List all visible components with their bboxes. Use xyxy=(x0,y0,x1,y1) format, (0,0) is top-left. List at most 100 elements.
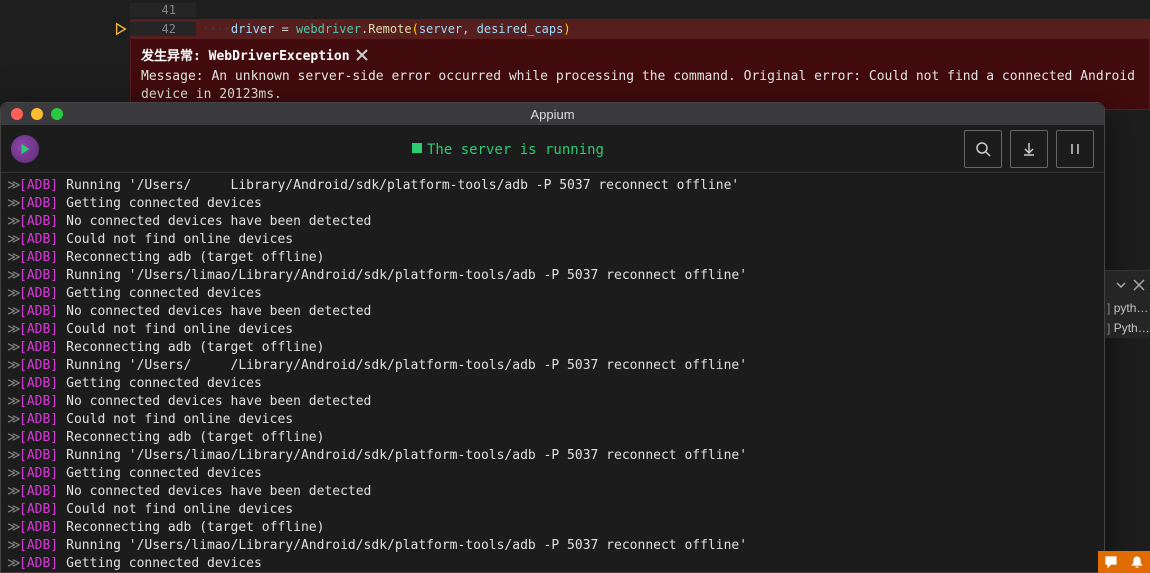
log-line: ≫[ADB] Running '/Users/ Library/Android/s… xyxy=(7,177,1098,195)
log-message: No connected devices have been detected xyxy=(66,393,371,411)
log-message: Reconnecting adb (target offline) xyxy=(66,429,324,447)
log-line: ≫[ADB] Getting connected devices xyxy=(7,285,1098,303)
titlebar[interactable]: Appium xyxy=(1,103,1104,125)
log-line: ≫[ADB] No connected devices have been det… xyxy=(7,393,1098,411)
log-source: [ADB] xyxy=(19,519,58,537)
log-prompt-icon: ≫ xyxy=(7,429,17,447)
log-line: ≫[ADB]Reconnecting adb (target offline) xyxy=(7,249,1098,267)
gutter-action xyxy=(0,0,130,19)
log-message: No connected devices have been detected xyxy=(66,483,371,501)
log-message: Reconnecting adb (target offline) xyxy=(66,249,324,267)
log-line: ≫[ADB] Running '/Users/limao/Library/Andr… xyxy=(7,537,1098,555)
exception-title: 发生异常: WebDriverException xyxy=(141,45,350,64)
exception-panel: 发生异常: WebDriverException Message: An unk… xyxy=(130,38,1150,110)
log-prompt-icon: ≫ xyxy=(7,339,17,357)
log-line: ≫[ADB] Reconnecting adb (target offline) xyxy=(7,519,1098,537)
window-maximize-button[interactable] xyxy=(51,108,63,120)
log-source: [ADB] xyxy=(19,195,58,213)
log-message: Could not find online devices xyxy=(66,321,293,339)
log-line: ≫[ADB] Reconnecting adb (target offline) xyxy=(7,339,1098,357)
log-message: Running '/Users/ Library/Android/sdk/pla… xyxy=(66,177,739,195)
log-source: [ADB] xyxy=(19,555,58,572)
log-line: ≫[ADB]Could not find online devices xyxy=(7,321,1098,339)
log-prompt-icon: ≫ xyxy=(7,375,17,393)
log-line: ≫[ADB]Running '/Users/limao/Library/Andr… xyxy=(7,267,1098,285)
log-line: ≫[ADB] Could not find online devices xyxy=(7,501,1098,519)
window-minimize-button[interactable] xyxy=(31,108,43,120)
log-prompt-icon: ≫ xyxy=(7,213,17,231)
log-message: Could not find online devices xyxy=(66,411,293,429)
status-check-icon xyxy=(411,142,423,158)
log-source: [ADB] xyxy=(19,177,58,195)
log-source: [ADB] xyxy=(19,303,58,321)
terminal-tab-item[interactable]: ] pyth… xyxy=(1105,298,1150,318)
log-message: Getting connected devices xyxy=(66,375,262,393)
breakpoint-gutter[interactable] xyxy=(0,19,130,38)
chevron-down-icon[interactable] xyxy=(1114,278,1128,292)
feedback-icon[interactable] xyxy=(1098,551,1124,573)
log-line: ≫[ADB]Running '/Users/ /Library/Android/… xyxy=(7,357,1098,375)
log-prompt-icon: ≫ xyxy=(7,177,17,195)
close-icon[interactable] xyxy=(1132,278,1146,292)
log-prompt-icon: ≫ xyxy=(7,285,17,303)
log-line: ≫[ADB]Could not find online devices xyxy=(7,231,1098,249)
log-source: [ADB] xyxy=(19,393,58,411)
window-close-button[interactable] xyxy=(11,108,23,120)
log-prompt-icon: ≫ xyxy=(7,393,17,411)
log-prompt-icon: ≫ xyxy=(7,465,17,483)
code-line-42[interactable]: 42 ····driver = webdriver.Remote(server,… xyxy=(0,19,1150,38)
log-message: Getting connected devices xyxy=(66,195,262,213)
log-line: ≫[ADB] Reconnecting adb (target offline) xyxy=(7,429,1098,447)
log-source: [ADB] xyxy=(19,429,58,447)
log-message: No connected devices have been detected xyxy=(66,303,371,321)
download-button[interactable] xyxy=(1010,130,1048,168)
log-source: [ADB] xyxy=(19,501,58,519)
log-line: ≫[ADB] Running '/Users/limao/Library/Andr… xyxy=(7,447,1098,465)
log-line: ≫[ADB] Getting connected devices xyxy=(7,375,1098,393)
log-source: [ADB] xyxy=(19,357,58,375)
exception-message: Message: An unknown server-side error oc… xyxy=(141,68,1139,103)
continue-run-icon[interactable] xyxy=(114,22,128,36)
log-message: Reconnecting adb (target offline) xyxy=(66,339,324,357)
log-source: [ADB] xyxy=(19,537,58,555)
log-prompt-icon: ≫ xyxy=(7,321,17,339)
log-message: Running '/Users/limao/Library/Android/sd… xyxy=(66,447,747,465)
log-prompt-icon: ≫ xyxy=(7,537,17,555)
appium-window: Appium The server is running xyxy=(0,102,1105,573)
log-message: Reconnecting adb (target offline) xyxy=(66,519,324,537)
log-message: Running '/Users/ /Library/Android/sdk/pl… xyxy=(66,357,747,375)
search-button[interactable] xyxy=(964,130,1002,168)
log-prompt-icon: ≫ xyxy=(7,501,17,519)
log-message: No connected devices have been detected xyxy=(66,213,371,231)
pause-button[interactable] xyxy=(1056,130,1094,168)
log-prompt-icon: ≫ xyxy=(7,555,17,572)
log-message: Getting connected devices xyxy=(66,285,262,303)
appium-logo xyxy=(11,135,39,163)
log-line: ≫[ADB]No connected devices have been det… xyxy=(7,303,1098,321)
code-content: ····driver = webdriver.Remote(server, de… xyxy=(196,22,1150,36)
log-message: Getting connected devices xyxy=(66,555,262,572)
log-source: [ADB] xyxy=(19,375,58,393)
server-status: The server is running xyxy=(411,142,604,158)
log-line: ≫[ADB]Getting connected devices xyxy=(7,465,1098,483)
log-source: [ADB] xyxy=(19,447,58,465)
log-source: [ADB] xyxy=(19,285,58,303)
log-prompt-icon: ≫ xyxy=(7,447,17,465)
log-area[interactable]: ≫[ADB]Running '/Users/ Library/Android/s… xyxy=(1,173,1104,572)
close-icon[interactable] xyxy=(356,49,368,61)
log-message: Getting connected devices xyxy=(66,465,262,483)
log-message: Could not find online devices xyxy=(66,501,293,519)
log-message: Running '/Users/limao/Library/Android/sd… xyxy=(66,537,747,555)
log-line: ≫[ADB]Could not find online devices xyxy=(7,411,1098,429)
log-prompt-icon: ≫ xyxy=(7,483,17,501)
log-line: ≫[ADB]No connected devices have been det… xyxy=(7,483,1098,501)
notifications-icon[interactable] xyxy=(1124,551,1150,573)
log-prompt-icon: ≫ xyxy=(7,249,17,267)
terminal-tab-item[interactable]: ] Pyth… xyxy=(1105,318,1150,338)
log-source: [ADB] xyxy=(19,339,58,357)
log-prompt-icon: ≫ xyxy=(7,411,17,429)
line-number: 41 xyxy=(162,3,176,17)
log-source: [ADB] xyxy=(19,213,58,231)
toolbar: The server is running xyxy=(1,125,1104,173)
log-prompt-icon: ≫ xyxy=(7,519,17,537)
